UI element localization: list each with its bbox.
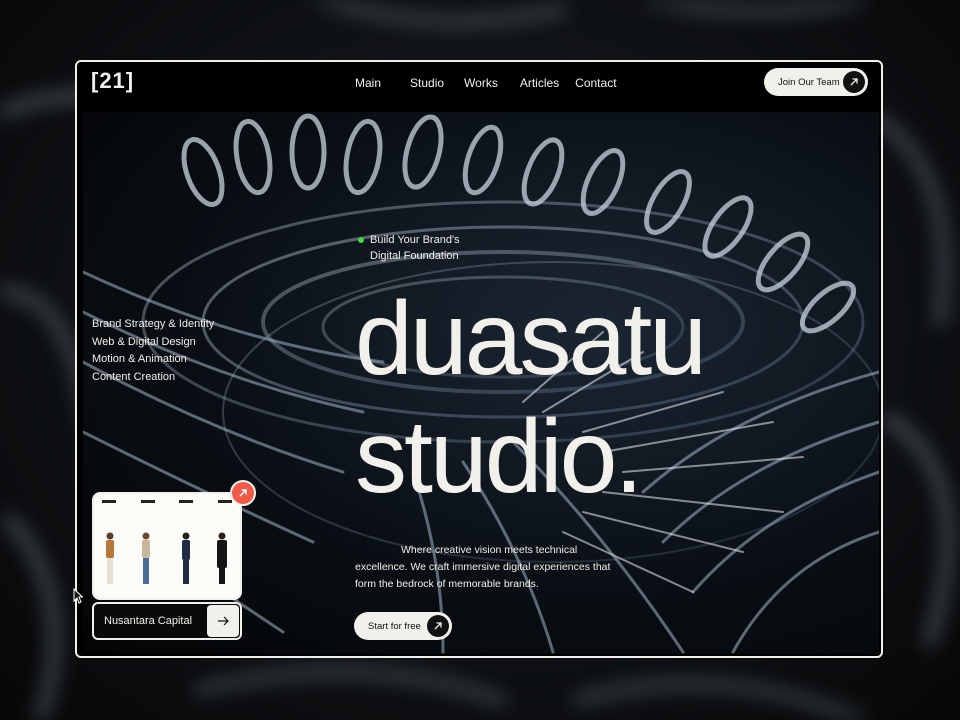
hero-title: duasatu studio. — [355, 280, 707, 516]
hero-title-line-2: studio. — [355, 399, 643, 515]
service-item: Motion & Animation — [92, 353, 187, 365]
arrow-right-icon[interactable] — [207, 605, 239, 637]
nav-works[interactable]: Works — [464, 76, 498, 90]
hero-title-line-1: duasatu — [355, 281, 707, 397]
brand-logo[interactable]: [21] — [91, 68, 134, 94]
open-case-study-button[interactable] — [230, 480, 256, 506]
case-study-title: Nusantara Capital — [104, 615, 193, 627]
nav-main[interactable]: Main — [355, 76, 381, 90]
hero-description: Where creative vision meets technical ex… — [355, 542, 635, 593]
browser-frame: [21] Main Studio Works Articles Contact … — [75, 60, 883, 658]
start-for-free-button[interactable]: Start for free — [354, 612, 452, 640]
tagline-line-2: Digital Foundation — [370, 250, 459, 262]
status-dot-icon — [358, 237, 364, 243]
nav-articles[interactable]: Articles — [520, 76, 559, 90]
description-line-1: Where creative vision meets technical — [401, 544, 578, 556]
services-list: Brand Strategy & Identity Web & Digital … — [92, 316, 214, 386]
service-item: Web & Digital Design — [92, 335, 196, 348]
description-line-2: excellence. We craft immersive digital e… — [355, 561, 611, 573]
tagline-line-1: Build Your Brand's — [370, 234, 460, 246]
nav-contact[interactable]: Contact — [575, 76, 616, 90]
join-team-label: Join Our Team — [778, 76, 840, 88]
fashion-figures-image — [106, 532, 227, 584]
arrow-up-right-icon — [843, 71, 865, 93]
main-nav: Main Studio Works Articles Contact — [355, 76, 617, 90]
join-team-button[interactable]: Join Our Team — [764, 68, 868, 96]
case-study-thumbnail[interactable] — [92, 492, 242, 600]
service-item: Brand Strategy & Identity — [92, 318, 215, 330]
description-line-3: form the bedrock of memorable brands. — [355, 578, 539, 590]
tagline: Build Your Brand's Digital Foundation — [358, 232, 460, 264]
case-study-label-bar[interactable]: Nusantara Capital — [92, 602, 242, 640]
case-study-card[interactable]: Nusantara Capital — [92, 480, 256, 642]
nav-studio[interactable]: Studio — [410, 76, 444, 90]
start-for-free-label: Start for free — [368, 620, 421, 632]
arrow-up-right-icon — [427, 615, 449, 637]
service-item: Content Creation — [92, 370, 176, 383]
arrow-up-right-icon — [239, 489, 247, 497]
mouse-cursor-icon — [73, 587, 84, 609]
